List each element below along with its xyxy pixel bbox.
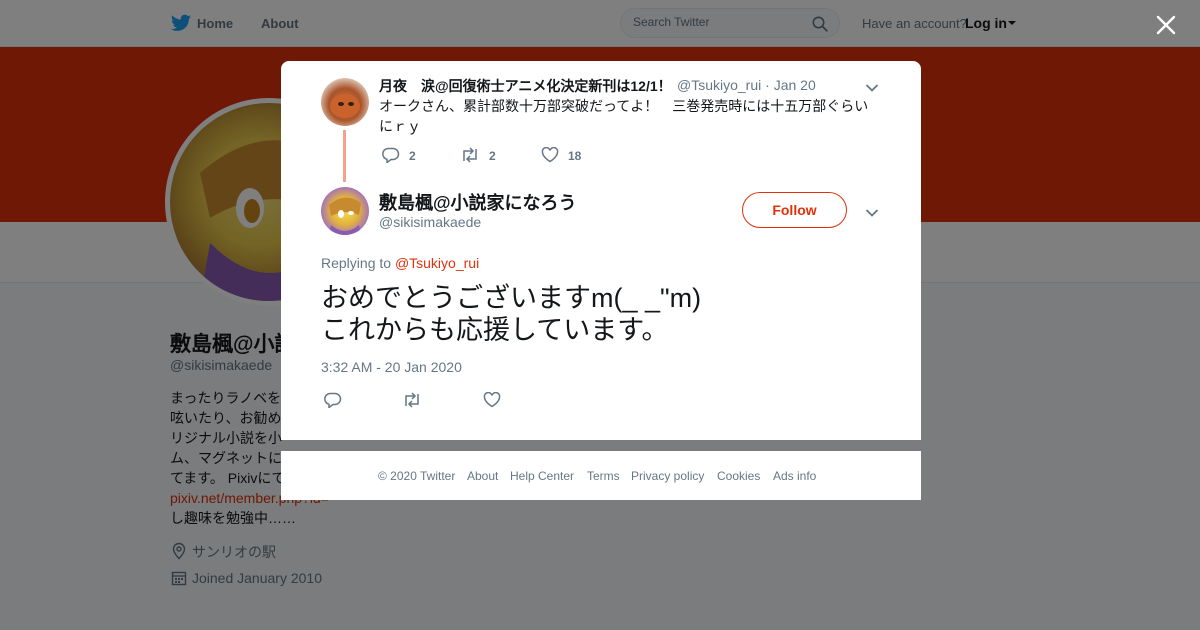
tweet-text-line: これからも応援しています。 (321, 315, 669, 345)
close-icon[interactable] (1154, 13, 1178, 37)
footer-ads-link[interactable]: Ads info (773, 469, 816, 483)
reply-icon[interactable] (324, 392, 342, 413)
footer-cookies-link[interactable]: Cookies (717, 469, 760, 483)
tweet-timestamp[interactable]: 3:32 AM - 20 Jan 2020 (321, 359, 462, 375)
footer-help-link[interactable]: Help Center (510, 469, 574, 483)
parent-tweet-handle[interactable]: @Tsukiyo_rui (677, 77, 761, 93)
parent-tweet-author-name[interactable]: 月夜 涙@回復術士アニメ化決定新刊は12/1！ (379, 76, 672, 96)
meta-separator: · (765, 77, 770, 93)
tweet-author-handle[interactable]: @sikisimakaede (379, 214, 481, 230)
tweet-text: おめでとうございますm(_ _"m) これからも応援しています。 (321, 282, 901, 346)
parent-tweet-text: オークさん、累計部数十万部突破だってよ！ 三巻発売時には十五万部ぐらいにｒｙ (379, 98, 869, 134)
tweet-text-line: おめでとうございますm(_ _"m) (321, 283, 702, 313)
footer-terms-link[interactable]: Terms (587, 469, 620, 483)
retweet-icon[interactable] (402, 392, 422, 413)
reply-count: 2 (409, 149, 416, 163)
heart-icon[interactable] (541, 146, 559, 168)
retweet-count: 2 (489, 149, 496, 163)
footer-about-link[interactable]: About (467, 469, 498, 483)
parent-tweet-meta: @Tsukiyo_rui · Jan 20 (677, 77, 816, 93)
thread-connector (343, 130, 346, 182)
parent-tweet-date[interactable]: Jan 20 (774, 77, 816, 93)
chevron-down-icon[interactable] (865, 205, 879, 223)
footer-copyright: © 2020 Twitter (378, 469, 456, 483)
like-count: 18 (568, 149, 582, 163)
avatar[interactable] (321, 187, 369, 235)
replying-prefix: Replying to (321, 255, 392, 271)
retweet-icon[interactable] (460, 147, 480, 168)
tweet-author-name[interactable]: 敷島楓@小説家になろう (379, 189, 577, 215)
avatar[interactable] (321, 78, 369, 126)
replying-to: Replying to @Tsukiyo_rui (321, 255, 479, 271)
footer-privacy-link[interactable]: Privacy policy (631, 469, 704, 483)
follow-button[interactable]: Follow (742, 192, 847, 228)
heart-icon[interactable] (483, 391, 501, 413)
reply-icon[interactable] (382, 147, 400, 168)
replying-to-link[interactable]: @Tsukiyo_rui (395, 255, 479, 271)
